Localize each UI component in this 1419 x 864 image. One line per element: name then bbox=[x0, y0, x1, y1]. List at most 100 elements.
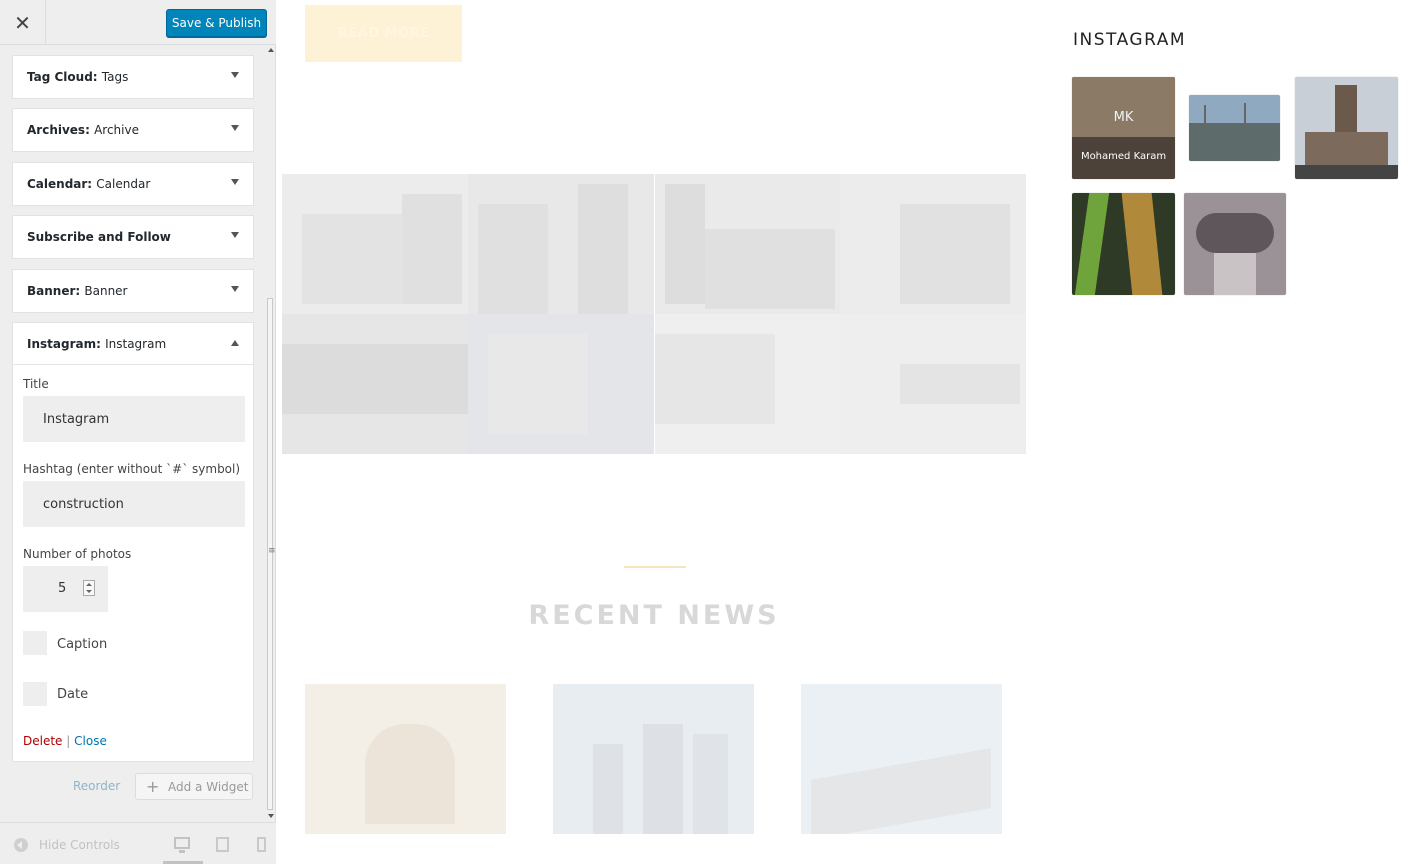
chevron-down-icon[interactable] bbox=[231, 232, 239, 238]
chevron-down-icon[interactable] bbox=[231, 125, 239, 131]
save-publish-button[interactable]: Save & Publish bbox=[166, 9, 267, 37]
widget-subscribe-follow[interactable]: Subscribe and Follow bbox=[12, 215, 254, 259]
chevron-up-icon[interactable] bbox=[231, 340, 239, 346]
sidebar-scrollbar[interactable]: ≡ bbox=[266, 46, 276, 822]
building-shape bbox=[1305, 132, 1388, 167]
date-checkbox[interactable] bbox=[23, 682, 47, 706]
photo-caption: Mohamed Karam bbox=[1080, 151, 1167, 162]
building-shape bbox=[900, 364, 1020, 404]
photo-interior bbox=[1072, 77, 1175, 137]
gallery-image[interactable] bbox=[282, 314, 468, 454]
scroll-up-icon[interactable] bbox=[268, 48, 274, 52]
date-label: Date bbox=[57, 687, 89, 702]
photos-field-label: Number of photos bbox=[23, 547, 132, 561]
instagram-widget-title: INSTAGRAM bbox=[1073, 30, 1187, 50]
delete-link[interactable]: Delete bbox=[23, 734, 62, 748]
chevron-down-icon[interactable] bbox=[231, 286, 239, 292]
spin-down-icon[interactable] bbox=[86, 590, 92, 593]
gallery-image[interactable] bbox=[468, 314, 654, 454]
gallery-image[interactable] bbox=[840, 174, 1026, 314]
gallery-image[interactable] bbox=[282, 174, 468, 314]
mobile-preview-icon[interactable] bbox=[257, 837, 266, 852]
gallery-image[interactable] bbox=[654, 174, 840, 314]
photo-logo: MK bbox=[1113, 110, 1134, 125]
number-spinner[interactable] bbox=[83, 580, 95, 596]
widget-type: Banner: bbox=[27, 284, 81, 298]
hashtag-field-label: Hashtag (enter without `#` symbol) bbox=[23, 462, 241, 476]
close-link[interactable]: Close bbox=[74, 734, 107, 748]
instagram-photo[interactable] bbox=[1184, 193, 1286, 295]
photos-number-input[interactable]: 5 bbox=[23, 566, 108, 612]
read-more-button[interactable]: READ MORE bbox=[305, 5, 462, 62]
hashtag-input[interactable] bbox=[23, 481, 245, 527]
gallery-image[interactable] bbox=[654, 314, 840, 454]
building-shape bbox=[900, 204, 1010, 304]
scroll-down-icon[interactable] bbox=[268, 814, 274, 818]
widget-type: Subscribe and Follow bbox=[27, 230, 171, 244]
building-shape bbox=[655, 334, 775, 424]
building-shape bbox=[302, 214, 402, 304]
building-shape bbox=[488, 334, 588, 434]
caption-checkbox[interactable] bbox=[23, 631, 47, 655]
close-icon[interactable]: ✕ bbox=[0, 0, 46, 45]
photo-street bbox=[1295, 165, 1398, 179]
tablet-preview-icon[interactable] bbox=[216, 837, 229, 852]
worker-shape bbox=[365, 724, 455, 824]
site-preview: READ MORE RECENT NEWS INSTAGRAM MK Moham… bbox=[277, 0, 1419, 864]
widget-instagram-header[interactable]: Instagram: Instagram bbox=[13, 323, 253, 365]
widget-label: Instagram bbox=[105, 337, 167, 351]
instagram-photo[interactable] bbox=[1072, 193, 1175, 295]
add-widget-button[interactable]: + Add a Widget bbox=[135, 773, 253, 800]
widget-instagram-expanded: Instagram: Instagram Title Hashtag (ente… bbox=[12, 322, 254, 762]
instagram-photo[interactable]: MK Mohamed Karam bbox=[1072, 77, 1175, 179]
photos-value: 5 bbox=[58, 581, 67, 596]
photo-ground bbox=[1189, 123, 1280, 161]
widget-label: Archive bbox=[94, 123, 139, 137]
widget-calendar[interactable]: Calendar: Calendar bbox=[12, 162, 254, 206]
project-gallery bbox=[282, 174, 1026, 454]
building-shape bbox=[578, 184, 628, 314]
widget-label: Tags bbox=[101, 70, 129, 84]
collapse-arrow-icon[interactable] bbox=[14, 838, 28, 852]
gallery-image[interactable] bbox=[840, 314, 1026, 454]
widget-title: Archives: Archive bbox=[27, 123, 139, 137]
widget-label: Banner bbox=[84, 284, 128, 298]
building-shape bbox=[282, 344, 468, 414]
building-shape bbox=[643, 724, 683, 834]
add-widget-label: Add a Widget bbox=[168, 780, 249, 794]
recent-news-title: RECENT NEWS bbox=[528, 600, 780, 631]
reorder-link[interactable]: Reorder bbox=[73, 779, 120, 793]
widget-banner[interactable]: Banner: Banner bbox=[12, 269, 254, 313]
hide-controls-button[interactable]: Hide Controls bbox=[39, 838, 120, 852]
widget-actions: Delete | Close bbox=[23, 734, 107, 748]
chevron-down-icon[interactable] bbox=[231, 179, 239, 185]
chevron-down-icon[interactable] bbox=[231, 72, 239, 78]
column-shape bbox=[1214, 253, 1256, 295]
building-shape bbox=[478, 204, 548, 314]
plus-icon: + bbox=[146, 777, 160, 796]
widget-tag-cloud[interactable]: Tag Cloud: Tags bbox=[12, 55, 254, 99]
building-shape bbox=[665, 184, 705, 304]
news-image[interactable] bbox=[801, 684, 1002, 834]
sidebar-header: ✕ Save & Publish bbox=[0, 0, 276, 45]
spin-up-icon[interactable] bbox=[86, 583, 92, 586]
widget-title: Calendar: Calendar bbox=[27, 177, 150, 191]
section-divider bbox=[624, 566, 686, 568]
gallery-image[interactable] bbox=[468, 174, 654, 314]
desktop-preview-icon[interactable] bbox=[174, 837, 190, 853]
title-input[interactable] bbox=[23, 396, 245, 442]
widget-archives[interactable]: Archives: Archive bbox=[12, 108, 254, 152]
title-field-label: Title bbox=[23, 377, 49, 391]
news-image[interactable] bbox=[553, 684, 754, 834]
widget-type: Archives: bbox=[27, 123, 90, 137]
widget-title: Banner: Banner bbox=[27, 284, 128, 298]
widget-title: Tag Cloud: Tags bbox=[27, 70, 128, 84]
news-image[interactable] bbox=[305, 684, 506, 834]
building-shape bbox=[693, 734, 728, 834]
building-shape bbox=[593, 744, 623, 834]
instagram-photo[interactable] bbox=[1295, 77, 1398, 179]
widget-label: Calendar bbox=[96, 177, 151, 191]
column-capital-shape bbox=[1196, 213, 1274, 253]
scroll-grip-icon: ≡ bbox=[268, 546, 276, 556]
instagram-photo[interactable] bbox=[1189, 95, 1280, 161]
